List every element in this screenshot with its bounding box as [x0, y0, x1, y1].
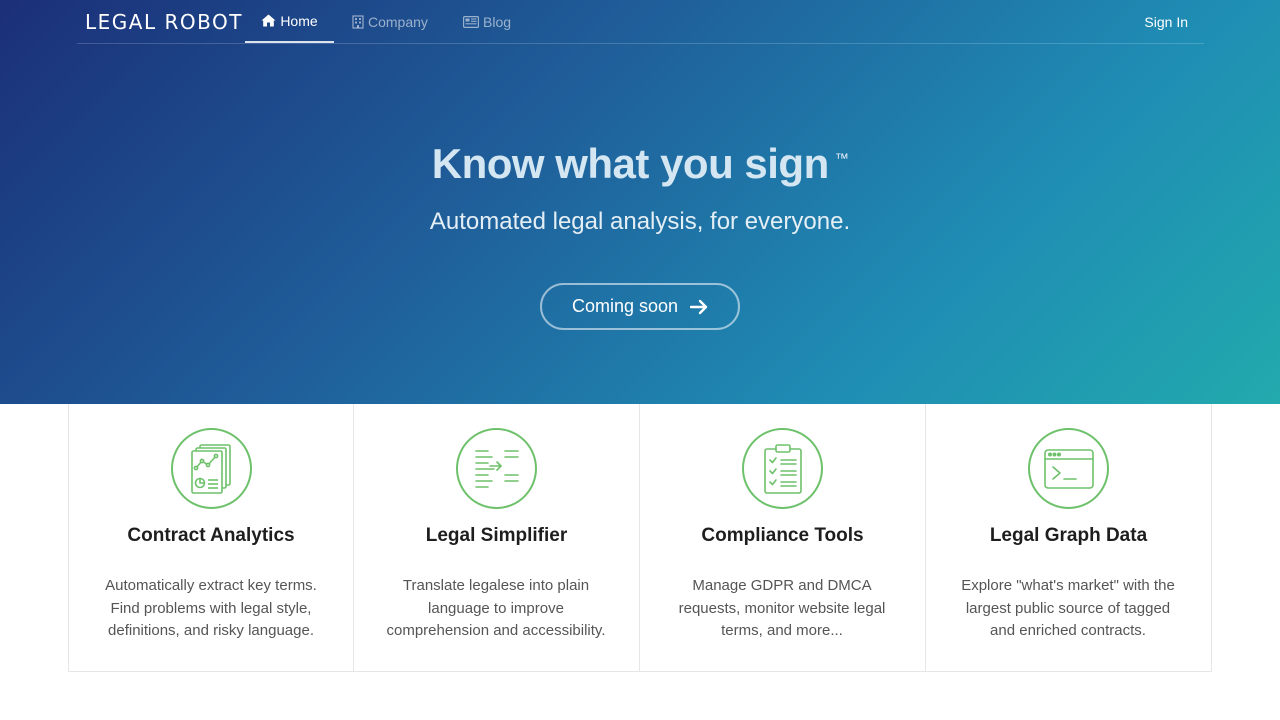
feature-description: Automatically extract key terms. Find pr… — [105, 577, 317, 639]
building-icon — [352, 14, 364, 29]
feature-title: Legal Graph Data — [989, 525, 1148, 546]
hero-subheadline: Automated legal analysis, for everyone. — [429, 208, 851, 235]
coming-soon-label: Coming soon — [571, 296, 679, 316]
hero-headline-text: Know what you sign — [431, 140, 830, 187]
feature-card-compliance-tools: Compliance Tools Manage GDPR and DMCA re… — [640, 404, 926, 672]
nav-home[interactable]: Home — [245, 0, 334, 43]
legal-simplifier-icon — [456, 428, 537, 509]
trademark-symbol: ™ — [834, 150, 849, 166]
terminal-window-icon — [1028, 428, 1109, 509]
feature-title: Contract Analytics — [127, 525, 295, 546]
hero-headline: Know what you sign ™ — [0, 140, 1280, 188]
arrow-right-icon — [690, 299, 708, 315]
feature-description: Translate legalese into plain language t… — [386, 577, 606, 639]
home-icon — [261, 14, 276, 27]
top-navigation: LEGAL ROBOT Home Company Blog Sign In — [77, 0, 1204, 44]
nav-blog-label: Blog — [483, 13, 512, 30]
sign-in-link[interactable]: Sign In — [1144, 0, 1188, 43]
nav-blog[interactable]: Blog — [463, 0, 511, 43]
feature-description: Explore "what's market" with the largest… — [961, 577, 1175, 639]
logo[interactable]: LEGAL ROBOT — [85, 10, 243, 34]
coming-soon-button[interactable]: Coming soon — [540, 283, 740, 330]
newspaper-icon — [463, 15, 479, 28]
feature-card-contract-analytics: Contract Analytics Automatically extract… — [68, 404, 354, 672]
contract-analytics-icon — [171, 428, 252, 509]
hero-section: LEGAL ROBOT Home Company Blog Sign In Kn… — [0, 0, 1280, 404]
clipboard-checklist-icon — [742, 428, 823, 509]
nav-company[interactable]: Company — [352, 0, 428, 43]
feature-cards: Contract Analytics Automatically extract… — [68, 404, 1212, 672]
nav-company-label: Company — [368, 13, 428, 30]
feature-card-legal-graph-data: Legal Graph Data Explore "what's market"… — [926, 404, 1212, 672]
nav-home-label: Home — [280, 12, 318, 29]
feature-card-legal-simplifier: Legal Simplifier Translate legalese into… — [354, 404, 640, 672]
feature-title: Legal Simplifier — [425, 525, 568, 546]
feature-description: Manage GDPR and DMCA requests, monitor w… — [678, 577, 886, 639]
feature-title: Compliance Tools — [701, 525, 864, 546]
